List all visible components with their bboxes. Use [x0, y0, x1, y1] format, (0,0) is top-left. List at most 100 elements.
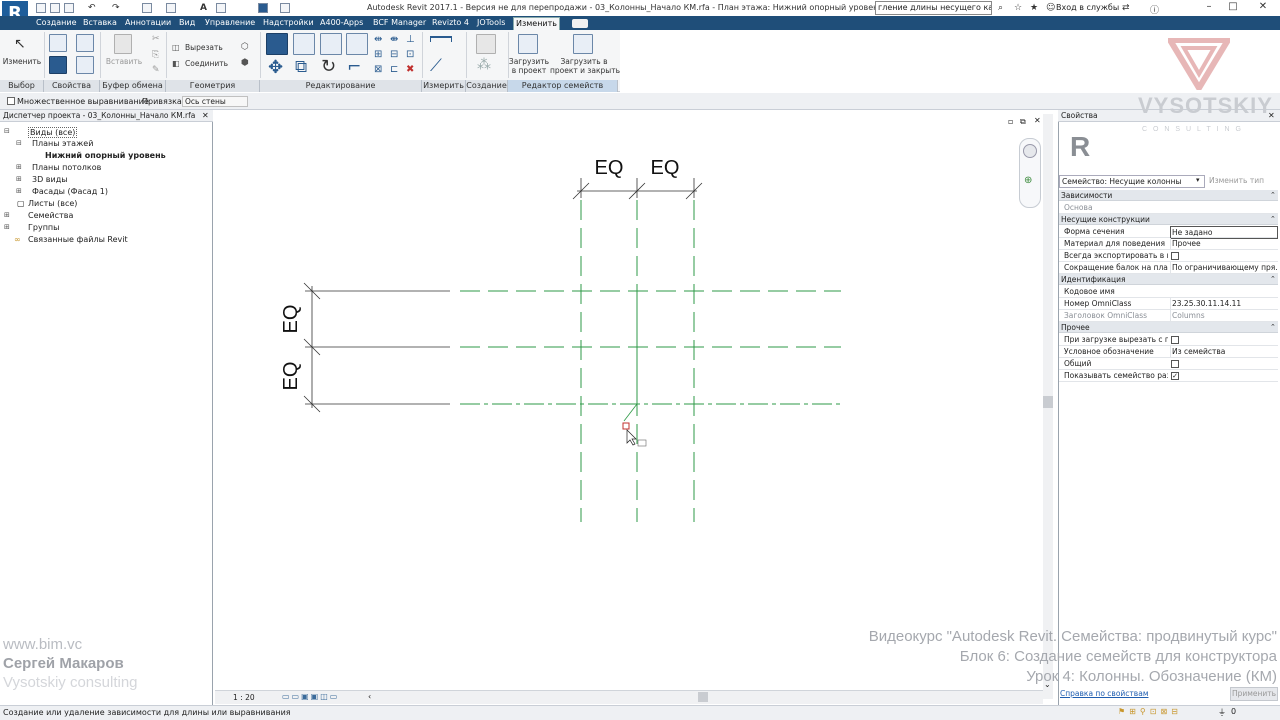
type-properties-icon[interactable] — [76, 56, 94, 74]
tree-toggle-icon[interactable]: ⊞ — [16, 187, 22, 195]
panel-select[interactable]: Выбор — [0, 80, 44, 92]
close-browser-icon[interactable]: ✕ — [202, 111, 209, 120]
undo-icon[interactable]: ↶ — [88, 3, 96, 13]
load-and-close-icon[interactable] — [573, 34, 593, 54]
copy-element-icon[interactable]: ⧉ — [295, 57, 307, 77]
create-group-icon[interactable]: ⁂ — [477, 57, 491, 73]
steering-wheel-icon[interactable] — [1023, 144, 1037, 158]
prop-row[interactable]: Форма сечения Не задано — [1059, 226, 1278, 239]
view-maximize-icon[interactable]: ⧉ — [1020, 117, 1026, 127]
dimension-icon[interactable] — [166, 3, 176, 13]
type-selector[interactable]: Семейство: Несущие колонны — [1059, 175, 1205, 188]
tab-a400-apps[interactable]: A400-Apps — [318, 17, 365, 30]
favorites-icon[interactable]: ★ — [1030, 3, 1038, 13]
collapse-icon[interactable]: ⌃ — [1270, 275, 1276, 283]
vertical-scroll-thumb[interactable] — [1043, 396, 1053, 408]
tab-insert[interactable]: Вставка — [81, 17, 119, 30]
close-view-icon[interactable]: ✕ — [1034, 116, 1041, 125]
text-icon[interactable]: A — [200, 3, 207, 13]
tree-item-sheets[interactable]: Листы (все) — [28, 199, 77, 208]
extend-icon[interactable]: ⊏ — [390, 64, 398, 75]
aligned-dimension-icon[interactable]: ⟋ — [430, 56, 442, 76]
cope-icon[interactable]: ⬡ — [241, 42, 249, 52]
trim-multiple-icon[interactable]: ⊠ — [374, 64, 382, 75]
tree-toggle-icon[interactable]: ⊟ — [4, 127, 10, 135]
paint-icon[interactable]: ⬢ — [241, 58, 249, 68]
measure-distance-icon[interactable] — [430, 36, 452, 42]
status-icons[interactable]: ⚑⊞⚲⊡⊠⊟ — [1118, 707, 1182, 716]
tree-item-revit-links[interactable]: Связанные файлы Revit — [28, 235, 128, 244]
delete-icon[interactable]: ✖ — [406, 64, 414, 75]
tab-modify[interactable]: Изменить — [513, 17, 560, 30]
prop-group-constraints[interactable]: Зависимости — [1059, 190, 1278, 201]
prop-value[interactable]: По ограничивающему пря... — [1170, 262, 1278, 273]
minimize-button[interactable]: – — [1196, 1, 1222, 15]
rotate-icon[interactable]: ↻ — [321, 56, 336, 77]
family-category-icon[interactable] — [76, 34, 94, 52]
search-input[interactable]: гление длины несущего каркаса — [875, 1, 992, 15]
tree-toggle-icon[interactable]: ⊞ — [16, 175, 22, 183]
tab-bcf-manager[interactable]: BCF Manager — [371, 17, 428, 30]
prop-value[interactable]: Прочее — [1170, 238, 1278, 249]
help-icon[interactable]: ⓘ — [1150, 3, 1159, 16]
prop-row[interactable]: Номер OmniClass 23.25.30.11.14.11 — [1059, 298, 1278, 310]
tree-item-ceiling-plans[interactable]: Планы потолков — [32, 163, 101, 172]
close-window-button[interactable]: ✕ — [1250, 1, 1276, 15]
star-icon[interactable]: ☆ — [1014, 3, 1022, 13]
trim-icon[interactable]: ⌐ — [347, 57, 361, 77]
join-geometry-button[interactable]: Соединить — [185, 59, 228, 68]
thin-lines-icon[interactable] — [258, 3, 268, 13]
apply-button[interactable]: Применить — [1230, 687, 1278, 701]
prop-row[interactable]: Заголовок OmniClass Columns — [1059, 310, 1278, 322]
view-restore-icon[interactable]: ▫ — [1008, 117, 1013, 126]
snap-select[interactable]: Ось стены — [182, 96, 248, 107]
horizontal-scroll-thumb[interactable] — [698, 692, 708, 702]
tree-item-elevations[interactable]: Фасады (Фасад 1) — [32, 187, 108, 196]
tree-item-floor-plans[interactable]: Планы этажей — [32, 139, 93, 148]
3d-view-icon[interactable] — [216, 3, 226, 13]
offset-icon[interactable] — [293, 33, 315, 55]
paste-button[interactable]: Вставить — [104, 57, 144, 66]
measure-icon[interactable] — [142, 3, 152, 13]
tab-jotools[interactable]: JOTools — [475, 17, 507, 30]
collapse-icon[interactable]: ⌃ — [1270, 215, 1276, 223]
drawing-canvas[interactable]: EQ EQ EQ EQ — [215, 110, 1057, 706]
mirror-axis-icon[interactable] — [320, 33, 342, 55]
tab-addins[interactable]: Надстройки — [261, 17, 316, 30]
maximize-button[interactable]: □ — [1220, 1, 1246, 15]
tree-item-views[interactable]: Виды (все) — [28, 127, 78, 138]
mirror-draw-icon[interactable] — [346, 33, 368, 55]
prop-checkbox[interactable] — [1171, 360, 1179, 368]
edit-type-button[interactable]: Изменить тип — [1209, 176, 1264, 185]
prop-row[interactable]: Условное обозначение Из семейства — [1059, 346, 1278, 358]
tree-item-lower-ref-level[interactable]: Нижний опорный уровень — [45, 151, 166, 160]
load-into-project-button[interactable]: Загрузить в проект — [508, 57, 550, 75]
prop-row[interactable]: Всегда экспортировать в в... — [1059, 250, 1278, 262]
sync-icon[interactable] — [64, 3, 74, 13]
prop-value[interactable]: Из семейства — [1170, 346, 1278, 357]
modify-cursor-icon[interactable]: ↖ — [14, 36, 26, 52]
prop-group-structural[interactable]: Несущие конструкции — [1059, 214, 1278, 225]
multiple-alignment-checkbox[interactable] — [7, 97, 15, 107]
family-types-icon[interactable] — [49, 56, 67, 74]
pin-icon[interactable]: ⊥ — [406, 34, 415, 45]
create-assembly-icon[interactable] — [476, 34, 496, 54]
cut-icon[interactable]: ✂ — [152, 34, 160, 44]
collapse-icon[interactable]: ⌃ — [1270, 191, 1276, 199]
move-icon[interactable]: ✥ — [268, 57, 283, 78]
prop-group-identity[interactable]: Идентификация — [1059, 274, 1278, 285]
cut-geometry-icon[interactable]: ◫ — [172, 43, 180, 52]
scale-icon[interactable]: ⊟ — [390, 49, 398, 60]
close-hidden-icon[interactable] — [280, 3, 290, 13]
tree-toggle-icon[interactable]: ⊞ — [4, 211, 10, 219]
tree-item-families[interactable]: Семейства — [28, 211, 73, 220]
open-icon[interactable] — [36, 3, 46, 13]
plan-view-drawing[interactable]: EQ EQ EQ EQ — [215, 110, 1057, 706]
prop-row[interactable]: Общий — [1059, 358, 1278, 370]
match-properties-icon[interactable]: ✎ — [152, 65, 160, 75]
tab-annotate[interactable]: Аннотации — [123, 17, 173, 30]
prop-row[interactable]: Показывать семейство раз... ✓ — [1059, 370, 1278, 382]
zoom-icon[interactable]: ⊕ — [1024, 175, 1032, 186]
tree-item-3d-views[interactable]: 3D виды — [32, 175, 68, 184]
tree-toggle-icon[interactable]: ⊟ — [16, 139, 22, 147]
